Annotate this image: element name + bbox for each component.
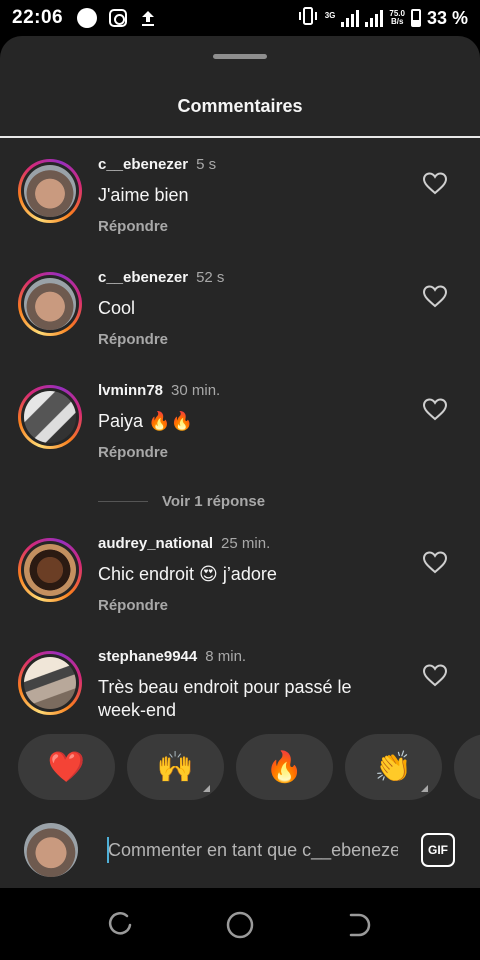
- current-user-avatar: [24, 823, 78, 877]
- avatar[interactable]: [18, 272, 82, 336]
- instagram-icon: [109, 9, 128, 27]
- battery-level: 33 %: [426, 7, 468, 28]
- comment-item: c__ebenezer 5 s J'aime bien Répondre: [0, 148, 480, 258]
- battery-icon: [410, 9, 421, 27]
- comment-time: 8 min.: [205, 648, 247, 665]
- heart-icon[interactable]: [422, 171, 448, 195]
- comment-item: audrey_national 25 min. Chic endroit 😍 j’…: [0, 527, 480, 637]
- comment-username[interactable]: lvminn78: [98, 382, 163, 399]
- comment-username[interactable]: audrey_national: [98, 535, 213, 552]
- heart-icon[interactable]: [422, 550, 448, 574]
- comments-sheet: Commentaires c__ebenezer 5 s J'aime bien …: [0, 36, 480, 888]
- avatar-image: [24, 657, 76, 709]
- comment-username[interactable]: c__ebenezer: [98, 269, 188, 286]
- reply-button[interactable]: Répondre: [98, 331, 168, 348]
- comment-header: c__ebenezer 52 s: [98, 269, 224, 286]
- divider: [0, 136, 480, 138]
- recents-icon[interactable]: [105, 910, 135, 940]
- heart-icon[interactable]: [422, 663, 448, 687]
- view-replies-button[interactable]: Voir 1 réponse: [98, 491, 398, 511]
- comment-input[interactable]: [108, 836, 398, 864]
- reaction-clap[interactable]: 👏: [345, 734, 442, 800]
- avatar-image: [24, 278, 76, 330]
- reply-button[interactable]: Répondre: [98, 444, 168, 461]
- comment-text: Cool: [98, 298, 136, 318]
- avatar-image: [24, 391, 76, 443]
- vibrate-icon: [297, 6, 319, 31]
- comment-text: Très beau endroit pour passé le week-end: [98, 677, 352, 720]
- status-bar: 22:06 3G 75.0 B/s 33 %: [0, 0, 480, 36]
- comment-time: 30 min.: [171, 382, 221, 399]
- signal-icon-2: [365, 9, 384, 27]
- notification-icons: [77, 8, 157, 28]
- comment-header: stephane9944 8 min.: [98, 648, 246, 665]
- drag-handle[interactable]: [213, 54, 267, 59]
- back-icon[interactable]: [345, 910, 375, 940]
- network-type: 3G: [324, 10, 336, 20]
- comment-username[interactable]: stephane9944: [98, 648, 197, 665]
- comment-item: lvminn78 30 min. Paiya 🔥🔥 Répondre: [0, 374, 480, 484]
- gif-button[interactable]: GIF: [421, 833, 455, 867]
- avatar-image: [24, 165, 76, 217]
- comment-item: c__ebenezer 52 s Cool Répondre: [0, 261, 480, 371]
- upload-icon: [139, 9, 157, 27]
- reaction-more[interactable]: [454, 734, 480, 800]
- avatar-image: [24, 544, 76, 596]
- comment-text: Chic endroit 😍 j’adore: [98, 564, 277, 584]
- comment-text: J'aime bien: [98, 185, 189, 205]
- avatar[interactable]: [18, 651, 82, 715]
- view-replies-line: [98, 500, 148, 502]
- comment-composer: GIF: [0, 806, 480, 888]
- comment-header: c__ebenezer 5 s: [98, 156, 216, 173]
- reaction-fire[interactable]: 🔥: [236, 734, 333, 800]
- comment-username[interactable]: c__ebenezer: [98, 156, 188, 173]
- app-notification-icon: [77, 8, 98, 28]
- reaction-raised-hands[interactable]: 🙌: [127, 734, 224, 800]
- comment-time: 52 s: [196, 269, 225, 286]
- speed-unit: B/s: [390, 17, 404, 26]
- avatar[interactable]: [18, 385, 82, 449]
- quick-reactions: ❤️ 🙌 🔥 👏: [18, 734, 480, 800]
- status-time: 22:06: [12, 7, 64, 28]
- sheet-title: Commentaires: [177, 96, 303, 116]
- comment-header: lvminn78 30 min.: [98, 382, 220, 399]
- network-speed: 75.0 B/s: [389, 10, 405, 26]
- status-right: 3G 75.0 B/s 33 %: [297, 6, 468, 31]
- view-replies-label: Voir 1 réponse: [162, 492, 266, 510]
- heart-icon[interactable]: [422, 284, 448, 308]
- reaction-heart[interactable]: ❤️: [18, 734, 115, 800]
- reply-button[interactable]: Répondre: [98, 218, 168, 235]
- comment-header: audrey_national 25 min.: [98, 535, 270, 552]
- reply-button[interactable]: Répondre: [98, 597, 168, 614]
- avatar[interactable]: [18, 538, 82, 602]
- home-icon[interactable]: [225, 910, 255, 940]
- heart-icon[interactable]: [422, 397, 448, 421]
- navigation-bar: [0, 888, 480, 960]
- signal-icon: [341, 9, 360, 27]
- avatar[interactable]: [18, 159, 82, 223]
- comment-time: 5 s: [196, 156, 217, 173]
- comment-time: 25 min.: [221, 535, 271, 552]
- comment-text: Paiya 🔥🔥: [98, 411, 193, 431]
